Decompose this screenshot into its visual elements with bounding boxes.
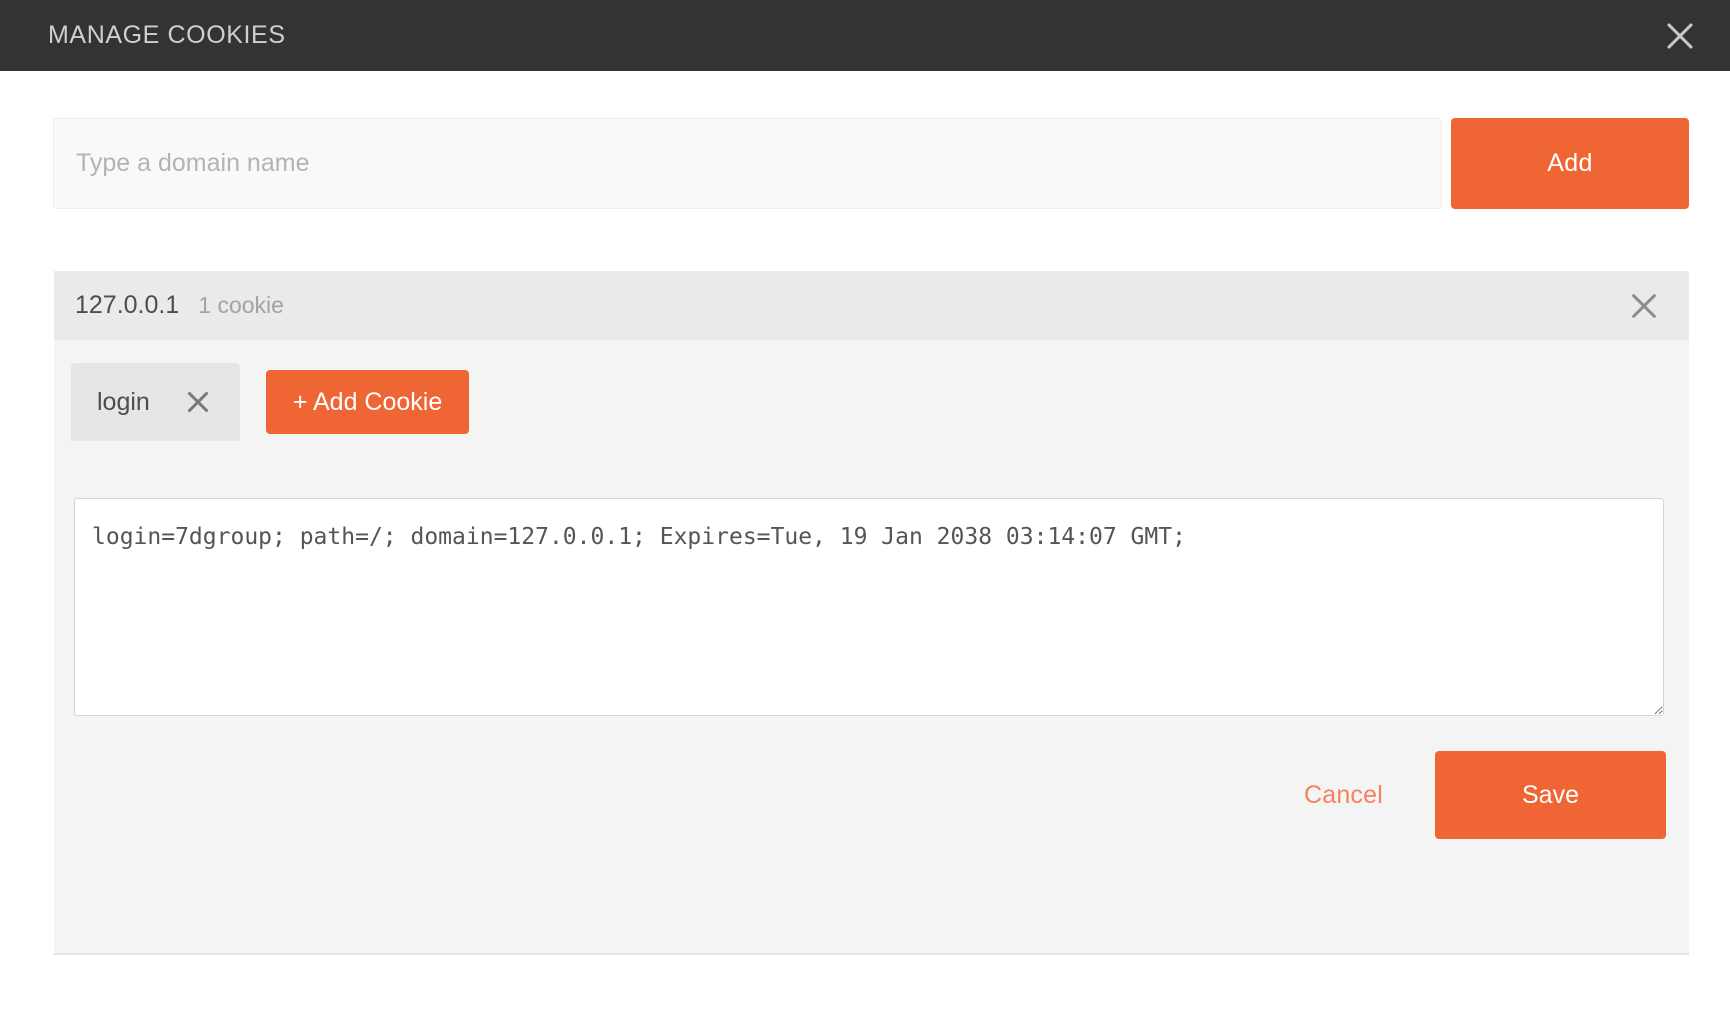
cookie-tab-login[interactable]: login	[71, 363, 240, 441]
dialog-titlebar: MANAGE COOKIES	[0, 0, 1730, 71]
domain-input[interactable]	[53, 118, 1442, 209]
close-icon	[1628, 290, 1660, 322]
cookie-tab-label: login	[97, 387, 150, 416]
add-domain-button[interactable]: Add	[1451, 118, 1689, 209]
remove-domain-button[interactable]	[1613, 271, 1675, 340]
add-domain-row: Add	[0, 71, 1730, 241]
panel-footer: Cancel Save	[1282, 751, 1666, 839]
panel-domain-label: 127.0.0.1	[75, 291, 180, 319]
close-dialog-button[interactable]	[1648, 4, 1712, 68]
cookie-value-textarea[interactable]	[74, 498, 1664, 716]
cookie-domain-panel: 127.0.0.1 1 cookie login + Add Cookie Ca…	[54, 271, 1689, 955]
cookie-value-field-wrap	[74, 498, 1664, 716]
cancel-button[interactable]: Cancel	[1282, 781, 1405, 810]
page-title: MANAGE COOKIES	[48, 21, 286, 49]
close-icon	[184, 389, 211, 416]
cookie-tabs-row: login + Add Cookie	[54, 340, 1689, 456]
add-cookie-button[interactable]: + Add Cookie	[265, 370, 470, 434]
close-icon	[1663, 19, 1697, 53]
remove-cookie-button[interactable]	[176, 380, 220, 424]
save-button[interactable]: Save	[1435, 751, 1666, 839]
panel-cookie-count: 1 cookie	[198, 292, 284, 318]
panel-header: 127.0.0.1 1 cookie	[54, 271, 1689, 340]
